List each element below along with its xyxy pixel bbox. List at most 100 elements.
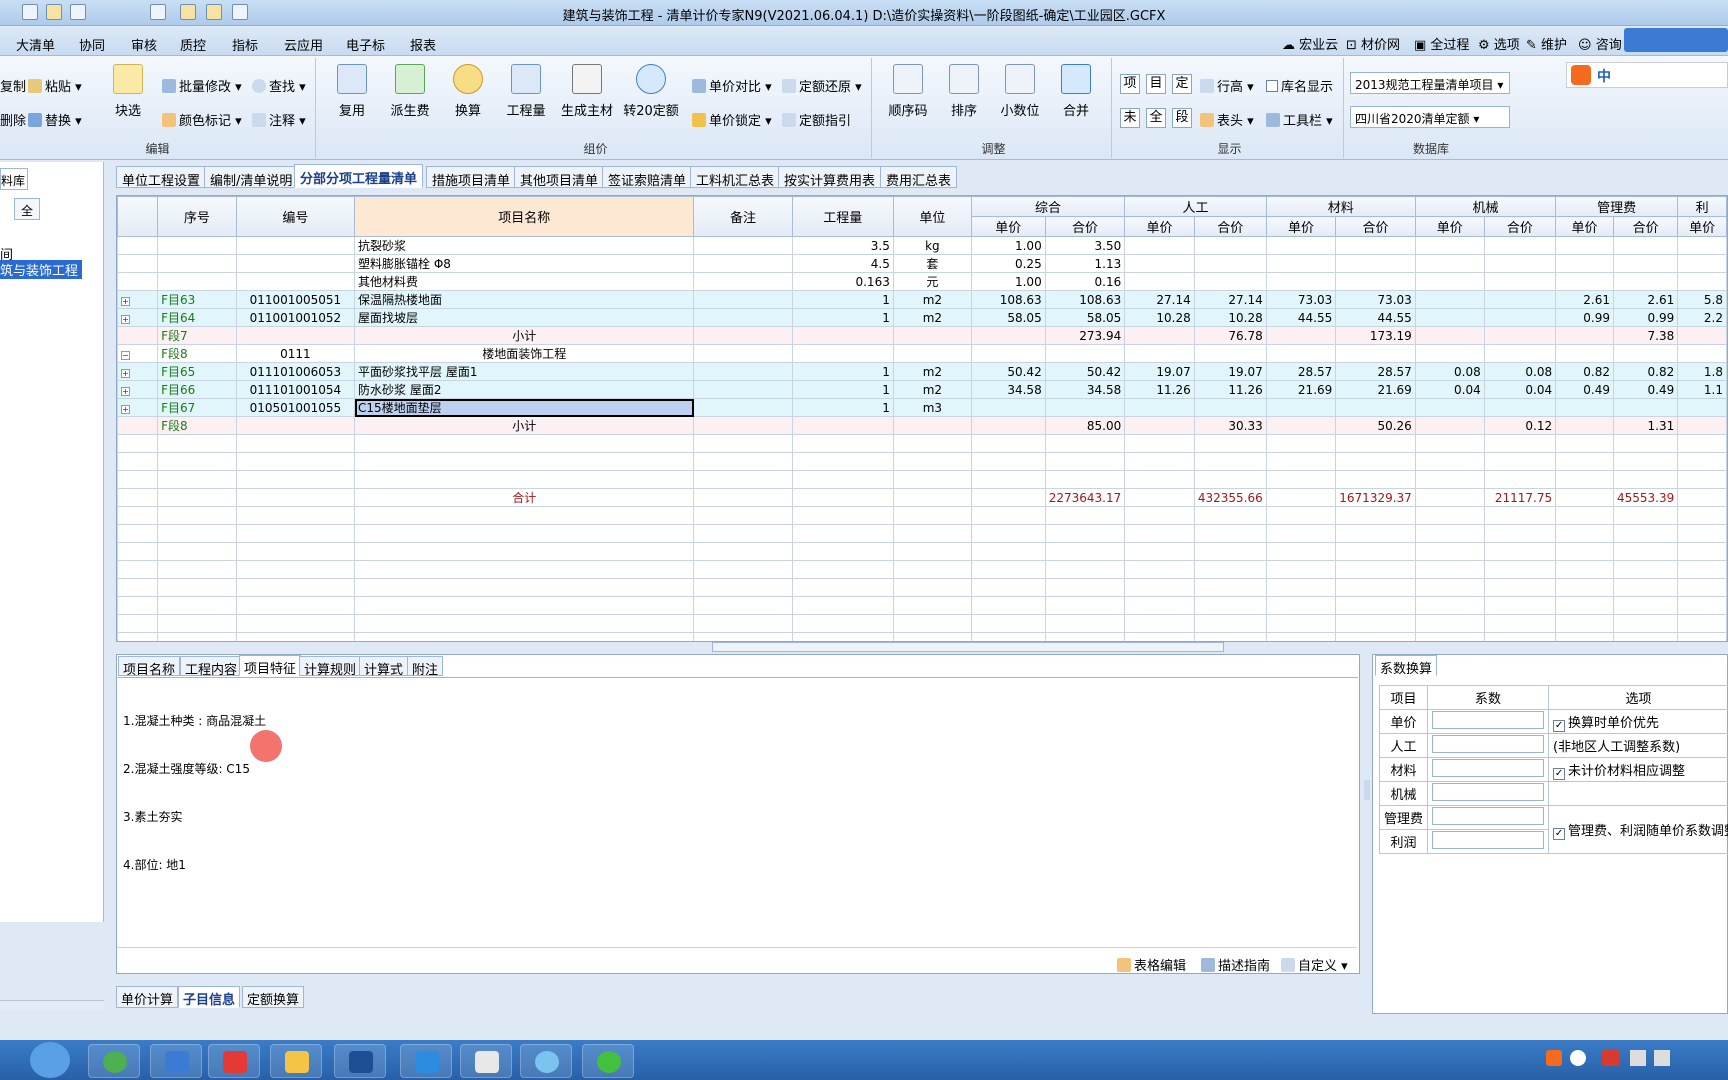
seq-cell[interactable]: F目65: [157, 362, 237, 381]
value-cell[interactable]: 5.8: [1677, 290, 1727, 309]
value-cell[interactable]: [1555, 416, 1614, 435]
value-cell[interactable]: 10.28: [1193, 308, 1267, 327]
seq-cell[interactable]: F目67: [157, 398, 237, 417]
value-cell[interactable]: 2.61: [1612, 290, 1679, 309]
value-cell[interactable]: 1.31: [1612, 416, 1679, 435]
value-cell[interactable]: [1265, 344, 1337, 363]
decimals-button[interactable]: 小数位: [992, 64, 1048, 119]
toolbar-button[interactable]: 工具栏 ▾: [1266, 110, 1333, 129]
code-cell[interactable]: 011101001054: [235, 380, 356, 399]
value-cell[interactable]: [1335, 236, 1416, 255]
opt-mgmt[interactable]: ✓ 管理费、利润随单价系数调整: [1548, 805, 1728, 854]
value-cell[interactable]: [1335, 254, 1416, 273]
tray-wps-icon[interactable]: [1602, 1050, 1620, 1066]
price-compare-button[interactable]: 单价对比 ▾: [692, 76, 772, 95]
gen-material-button[interactable]: 生成主材: [556, 64, 618, 119]
taskbar-wechat-icon[interactable]: [582, 1044, 634, 1078]
lib-name-checkbox[interactable]: 库名显示: [1266, 76, 1333, 95]
menu-item[interactable]: 指标: [232, 35, 258, 54]
coef-input[interactable]: [1427, 709, 1550, 734]
seq-cell[interactable]: F目63: [157, 290, 237, 309]
value-cell[interactable]: 108.63: [970, 290, 1046, 309]
opt-price-first[interactable]: ✓ 换算时单价优先: [1548, 709, 1728, 734]
unit-cell[interactable]: m2: [892, 290, 972, 309]
table-row[interactable]: 抗裂砂浆 3.5 kg 1.00 3.50: [117, 236, 1727, 255]
tree-cell[interactable]: [117, 236, 159, 255]
value-cell[interactable]: [1555, 326, 1614, 345]
tray-network-icon[interactable]: [1630, 1050, 1646, 1066]
value-cell[interactable]: 50.42: [1044, 362, 1126, 381]
tab-other-items[interactable]: 其他项目清单: [514, 166, 605, 189]
value-cell[interactable]: [1044, 398, 1126, 417]
name-cell[interactable]: 塑料膨胀锚栓 Φ8: [354, 254, 695, 273]
value-cell[interactable]: 108.63: [1044, 290, 1126, 309]
value-cell[interactable]: [970, 398, 1046, 417]
seq-cell[interactable]: [157, 236, 237, 255]
tab-material-summary[interactable]: 工料机汇总表: [690, 166, 781, 189]
qty-cell[interactable]: [791, 416, 894, 435]
value-cell[interactable]: [1483, 254, 1557, 273]
remark-cell[interactable]: [693, 344, 793, 363]
value-cell[interactable]: 58.05: [970, 308, 1046, 327]
name-cell[interactable]: C15楼地面垫层: [354, 398, 695, 417]
value-cell[interactable]: [1612, 236, 1679, 255]
quota-restore-button[interactable]: 定额还原 ▾: [782, 76, 862, 95]
value-cell[interactable]: 21.69: [1335, 380, 1416, 399]
seq-cell[interactable]: F目66: [157, 380, 237, 399]
remark-cell[interactable]: [693, 416, 793, 435]
menu-item[interactable]: 大清单: [16, 35, 55, 54]
qty-cell[interactable]: 1: [791, 398, 894, 417]
code-cell[interactable]: [235, 254, 356, 273]
unit-cell[interactable]: [892, 344, 972, 363]
value-cell[interactable]: 0.25: [970, 254, 1046, 273]
btab-item-name[interactable]: 项目名称: [118, 656, 181, 678]
view-all-button[interactable]: 全: [1146, 108, 1166, 128]
value-cell[interactable]: [1193, 344, 1267, 363]
qty-cell[interactable]: 0.163: [791, 272, 894, 291]
value-cell[interactable]: 44.55: [1265, 308, 1337, 327]
view-section-button[interactable]: 段: [1172, 108, 1192, 128]
value-cell[interactable]: [1193, 236, 1267, 255]
unit-cell[interactable]: m3: [892, 398, 972, 417]
tray-volume-icon[interactable]: [1654, 1050, 1670, 1066]
row-height-button[interactable]: 行高 ▾: [1200, 76, 1254, 95]
copy-button[interactable]: 复制: [0, 76, 26, 95]
menu-item[interactable]: 审核: [131, 35, 157, 54]
maintain-link[interactable]: ✎ 维护: [1526, 34, 1567, 53]
value-cell[interactable]: [1193, 272, 1267, 291]
unit-cell[interactable]: m2: [892, 380, 972, 399]
remark-cell[interactable]: [693, 236, 793, 255]
input-method-bar[interactable]: 中: [1566, 62, 1728, 88]
header-button[interactable]: 表头 ▾: [1200, 110, 1254, 129]
coef-input[interactable]: [1427, 805, 1550, 830]
value-cell[interactable]: [1483, 236, 1557, 255]
value-cell[interactable]: [1265, 236, 1337, 255]
value-cell[interactable]: [1124, 416, 1195, 435]
value-cell[interactable]: 73.03: [1265, 290, 1337, 309]
tree-cell[interactable]: [117, 326, 159, 345]
value-cell[interactable]: 21.69: [1265, 380, 1337, 399]
code-cell[interactable]: 0111: [235, 344, 356, 363]
value-cell[interactable]: 50.42: [970, 362, 1046, 381]
value-cell[interactable]: 10.28: [1124, 308, 1195, 327]
opt-unpriced[interactable]: ✓ 未计价材料相应调整: [1548, 757, 1728, 782]
table-row[interactable]: + F目63 011001005051 保温隔热楼地面 1 m2 108.63 108.63 2…: [117, 290, 1727, 309]
btab-notes[interactable]: 附注: [407, 656, 444, 678]
full-process-link[interactable]: ▣ 全过程: [1414, 34, 1469, 53]
value-cell[interactable]: [1414, 398, 1485, 417]
btab-calc-rules[interactable]: 计算规则: [299, 656, 362, 678]
value-cell[interactable]: [1265, 272, 1337, 291]
value-cell[interactable]: [1677, 398, 1727, 417]
value-cell[interactable]: [1124, 254, 1195, 273]
table-row[interactable]: 其他材料费 0.163 元 1.00 0.16: [117, 272, 1727, 291]
batch-modify-button[interactable]: 批量修改 ▾: [162, 76, 242, 95]
taskbar-wps-icon[interactable]: [208, 1044, 260, 1078]
seq-cell[interactable]: F段8: [157, 344, 237, 363]
tree-item-selected[interactable]: 筑与装饰工程: [0, 260, 83, 279]
tab-actual-cost[interactable]: 按实计算费用表: [778, 166, 882, 189]
name-cell[interactable]: 小计: [354, 416, 695, 435]
remark-cell[interactable]: [693, 272, 793, 291]
name-cell[interactable]: 小计: [354, 326, 695, 345]
value-cell[interactable]: 44.55: [1335, 308, 1416, 327]
standard-select[interactable]: 2013规范工程量清单项目 ▾: [1350, 72, 1510, 94]
